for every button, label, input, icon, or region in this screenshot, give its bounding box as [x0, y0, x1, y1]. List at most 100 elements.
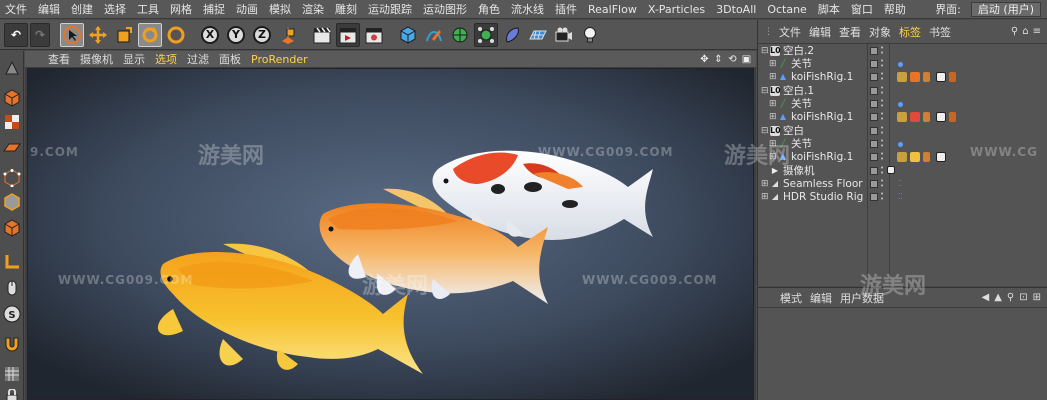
object-row-camera[interactable]: ▶ 摄像机 • • [758, 165, 1047, 178]
menu-edit[interactable]: 编辑 [33, 0, 66, 19]
axis-mode-button[interactable] [1, 251, 23, 273]
array-button[interactable] [474, 22, 498, 47]
attribute-tab-user-data[interactable]: 用户数据 [836, 290, 888, 306]
visibility-toggle[interactable] [870, 113, 878, 121]
skin-tag-icon[interactable] [897, 72, 907, 82]
weight-tag-icon[interactable] [898, 62, 903, 67]
material-tag-icon[interactable] [910, 152, 920, 162]
coordinate-system-button[interactable] [276, 23, 300, 47]
collapse-icon[interactable]: ⊟ [761, 125, 769, 138]
menu-mesh[interactable]: 网格 [165, 0, 198, 19]
checker-tag-icon[interactable] [936, 112, 946, 122]
object-manager-grip-icon[interactable]: ⋮ [764, 27, 775, 37]
visibility-toggle[interactable] [870, 127, 878, 135]
expand-icon[interactable]: ⊞ [769, 71, 777, 84]
visibility-toggle[interactable] [870, 180, 878, 188]
viewport-menu-panel[interactable]: 面板 [214, 51, 246, 67]
visibility-toggle[interactable] [870, 140, 878, 148]
phong-tag-icon[interactable] [923, 152, 930, 162]
expand-icon[interactable]: ⊞ [769, 111, 777, 124]
user-data-tag-icon[interactable]: ·· ·· [898, 191, 905, 203]
up-arrow-icon[interactable]: ▲ [994, 292, 1002, 303]
checker-tag-icon[interactable] [936, 72, 946, 82]
live-selection-button[interactable] [60, 22, 84, 47]
magnet-snap-button[interactable] [1, 333, 23, 355]
maximize-view-icon[interactable]: ▣ [741, 54, 752, 65]
menu-plugins[interactable]: 插件 [550, 0, 583, 19]
y-axis-button[interactable]: Y [224, 23, 248, 47]
collapse-icon[interactable]: ⊟ [761, 85, 769, 98]
render-dots[interactable]: • • [880, 85, 884, 97]
uvw-tag-icon[interactable] [949, 72, 956, 82]
render-dots[interactable]: • • [880, 165, 884, 177]
object-tab-objects[interactable]: 对象 [865, 24, 895, 40]
polygons-mode-button[interactable] [1, 217, 23, 239]
zoom-view-icon[interactable]: ⇕ [713, 54, 724, 65]
cube-button[interactable] [396, 23, 420, 47]
object-row-null-2[interactable]: ⊟ L0 空白.2 • • [758, 45, 1047, 58]
material-tag-icon[interactable] [910, 72, 920, 82]
subdivision-button[interactable] [448, 23, 472, 47]
viewport-menu-view[interactable]: 查看 [43, 51, 75, 67]
attribute-tab-edit[interactable]: 编辑 [806, 290, 836, 306]
weight-tag-icon[interactable] [898, 102, 903, 107]
floor-button[interactable] [526, 23, 550, 47]
viewport-menu-display[interactable]: 显示 [118, 51, 150, 67]
object-row-koi-rig[interactable]: ⊞ ▲ koiFishRig.1 • • [758, 151, 1047, 164]
pan-view-icon[interactable]: ✥ [699, 54, 710, 65]
recent-tool-button[interactable] [164, 23, 188, 47]
visibility-toggle[interactable] [870, 167, 878, 175]
skin-tag-icon[interactable] [897, 112, 907, 122]
snap-mode-button[interactable]: S [1, 303, 23, 325]
object-row-seamless-floor[interactable]: ⊞ ◢ Seamless Floor • • ·· ·· [758, 178, 1047, 191]
object-row-hdr-studio-rig[interactable]: ⊞ ◢ HDR Studio Rig • • ·· ·· [758, 191, 1047, 204]
model-mode-button[interactable] [1, 87, 23, 109]
render-dots[interactable]: • • [880, 71, 884, 83]
x-axis-button[interactable]: X [198, 23, 222, 47]
menu-script[interactable]: 脚本 [813, 0, 846, 19]
render-view-button[interactable] [310, 23, 334, 47]
rotate-button[interactable] [138, 22, 162, 47]
viewport-menu-filter[interactable]: 过滤 [182, 51, 214, 67]
menu-window[interactable]: 窗口 [846, 0, 879, 19]
visibility-toggle[interactable] [870, 60, 878, 68]
render-dots[interactable]: • • [880, 138, 884, 150]
visibility-toggle[interactable] [870, 47, 878, 55]
rotate-view-icon[interactable]: ⟲ [727, 54, 738, 65]
tweak-mode-button[interactable] [1, 277, 23, 299]
lock-workplane-button[interactable] [1, 363, 23, 385]
expand-icon[interactable]: ⊞ [769, 151, 777, 164]
menu-3dtoall[interactable]: 3DtoAll [711, 0, 762, 19]
menu-tools[interactable]: 工具 [132, 0, 165, 19]
user-data-tag-icon[interactable]: ·· ·· [898, 178, 905, 190]
checker-tag-icon[interactable] [936, 152, 946, 162]
home-icon[interactable]: ⌂ [1022, 26, 1028, 37]
object-tab-view[interactable]: 查看 [835, 24, 865, 40]
viewport-menu-cameras[interactable]: 摄像机 [75, 51, 118, 67]
edges-mode-button[interactable] [1, 191, 23, 213]
make-editable-button[interactable] [1, 57, 23, 79]
menu-snap[interactable]: 捕捉 [198, 0, 231, 19]
visibility-toggle[interactable] [870, 73, 878, 81]
object-row-joint[interactable]: ⊞ ╱ 关节 • • [758, 58, 1047, 71]
render-dots[interactable]: • • [880, 111, 884, 123]
material-tag-icon[interactable] [910, 112, 920, 122]
skin-tag-icon[interactable] [897, 152, 907, 162]
attribute-tab-mode[interactable]: 模式 [776, 290, 806, 306]
weight-tag-icon[interactable] [898, 142, 903, 147]
visibility-toggle[interactable] [870, 100, 878, 108]
object-row-null[interactable]: ⊟ L0 空白 • • [758, 125, 1047, 138]
viewport-menu-prorender[interactable]: ProRender [246, 53, 313, 66]
uvw-tag-icon[interactable] [949, 112, 956, 122]
expand-icon[interactable]: ⊞ [769, 138, 777, 151]
lock-icon[interactable]: ⊡ [1019, 292, 1027, 303]
search-icon[interactable]: ⚲ [1007, 292, 1014, 303]
render-to-picture-viewer-button[interactable] [336, 22, 360, 47]
render-dots[interactable]: • • [880, 191, 884, 203]
lock-button[interactable] [1, 385, 23, 400]
visibility-toggle[interactable] [870, 153, 878, 161]
object-tab-file[interactable]: 文件 [775, 24, 805, 40]
render-dots[interactable]: • • [880, 178, 884, 190]
light-button[interactable] [578, 23, 602, 47]
move-button[interactable] [86, 23, 110, 47]
